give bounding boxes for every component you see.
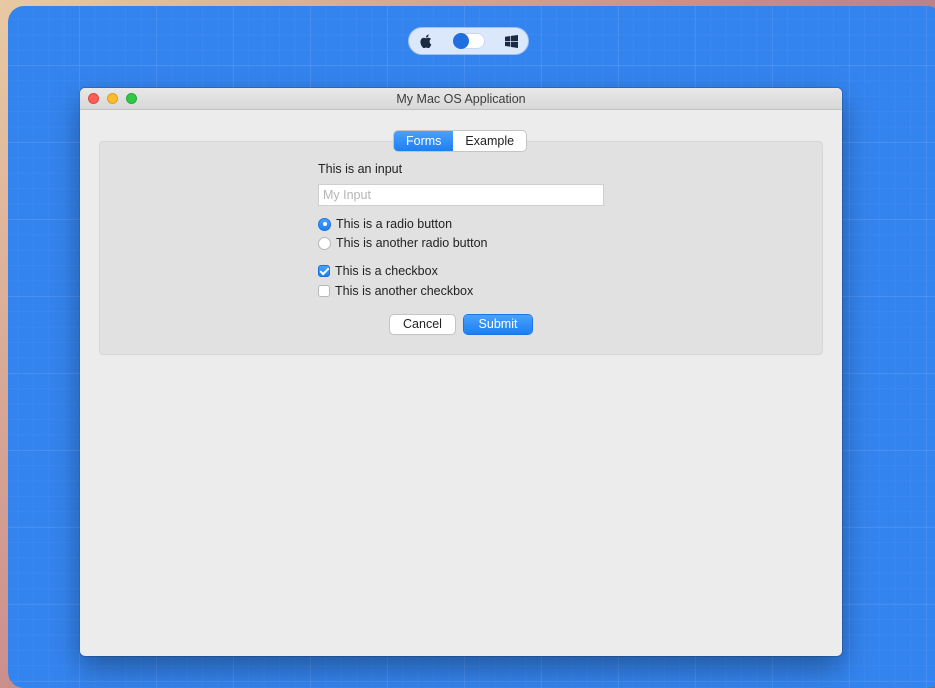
- checkbox-label: This is another checkbox: [335, 284, 474, 298]
- windows-icon[interactable]: [504, 34, 518, 48]
- toggle-knob: [452, 33, 469, 49]
- checkbox-option-2[interactable]: This is another checkbox: [318, 284, 473, 298]
- checkbox-option-1[interactable]: This is a checkbox: [318, 264, 438, 278]
- input-label: This is an input: [318, 162, 403, 176]
- submit-button[interactable]: Submit: [464, 315, 532, 334]
- app-window: My Mac OS Application Forms Example This…: [80, 88, 842, 656]
- apple-icon[interactable]: [419, 34, 433, 48]
- os-switcher[interactable]: [408, 27, 529, 55]
- tab-forms[interactable]: Forms: [394, 131, 454, 151]
- segmented-tabs: Forms Example: [394, 131, 527, 151]
- radio-option-1[interactable]: This is a radio button: [318, 217, 452, 231]
- radio-button[interactable]: [318, 217, 331, 231]
- my-input-field[interactable]: [318, 184, 604, 206]
- radio-option-2[interactable]: This is another radio button: [318, 236, 487, 250]
- os-toggle[interactable]: [452, 33, 485, 49]
- radio-button[interactable]: [318, 236, 331, 250]
- checkbox[interactable]: [318, 265, 330, 277]
- form: This is an input This is a radio button …: [318, 162, 618, 334]
- checkbox-label: This is a checkbox: [335, 264, 438, 278]
- title-bar[interactable]: My Mac OS Application: [80, 88, 842, 110]
- radio-label: This is a radio button: [336, 217, 453, 231]
- radio-label: This is another radio button: [336, 236, 488, 250]
- cancel-button[interactable]: Cancel: [390, 315, 455, 334]
- tab-example[interactable]: Example: [453, 131, 527, 151]
- window-title: My Mac OS Application: [396, 92, 526, 106]
- checkbox[interactable]: [318, 285, 330, 297]
